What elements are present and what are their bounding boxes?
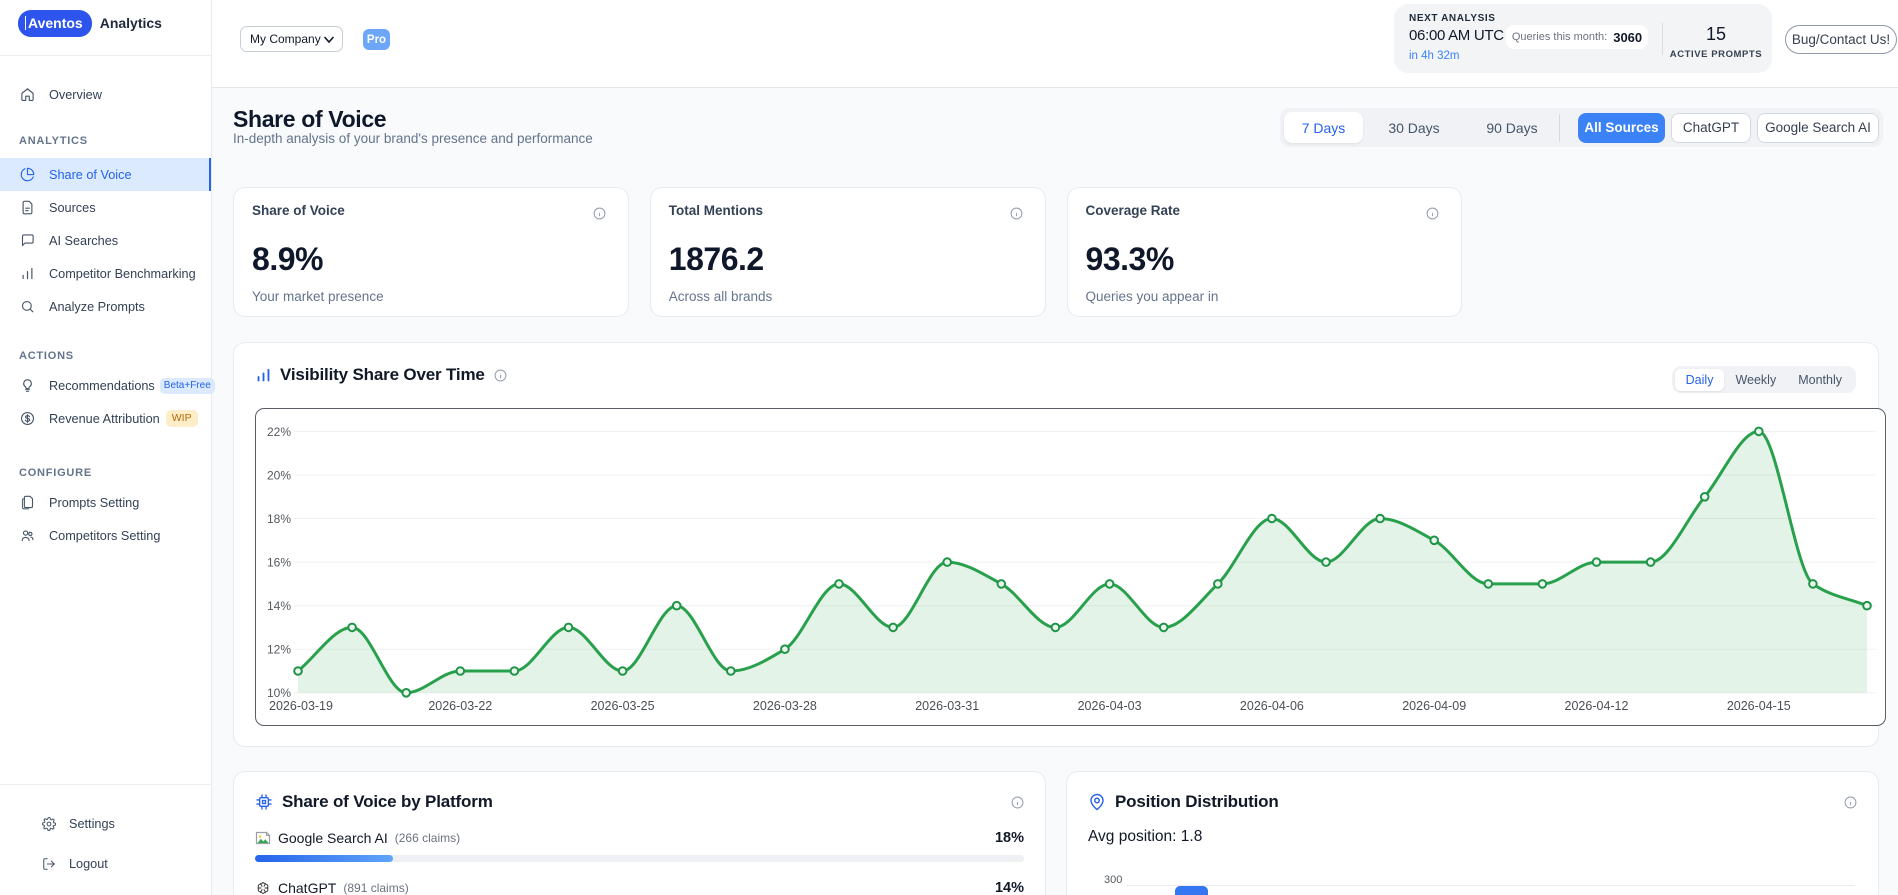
svg-text:2026-03-31: 2026-03-31 — [915, 699, 979, 713]
svg-text:2026-04-06: 2026-04-06 — [1240, 699, 1304, 713]
svg-text:2026-04-09: 2026-04-09 — [1402, 699, 1466, 713]
svg-text:16%: 16% — [267, 556, 291, 570]
svg-text:22%: 22% — [267, 425, 291, 439]
svg-text:2026-03-25: 2026-03-25 — [591, 699, 655, 713]
svg-text:2026-03-22: 2026-03-22 — [428, 699, 492, 713]
svg-text:2026-04-15: 2026-04-15 — [1727, 699, 1791, 713]
svg-text:2026-03-28: 2026-03-28 — [753, 699, 817, 713]
svg-text:2026-03-19: 2026-03-19 — [269, 699, 333, 713]
svg-text:18%: 18% — [267, 512, 291, 526]
svg-text:14%: 14% — [267, 599, 291, 613]
svg-text:20%: 20% — [267, 468, 291, 482]
svg-text:2026-04-03: 2026-04-03 — [1078, 699, 1142, 713]
svg-text:2026-04-12: 2026-04-12 — [1565, 699, 1629, 713]
svg-text:12%: 12% — [267, 643, 291, 657]
